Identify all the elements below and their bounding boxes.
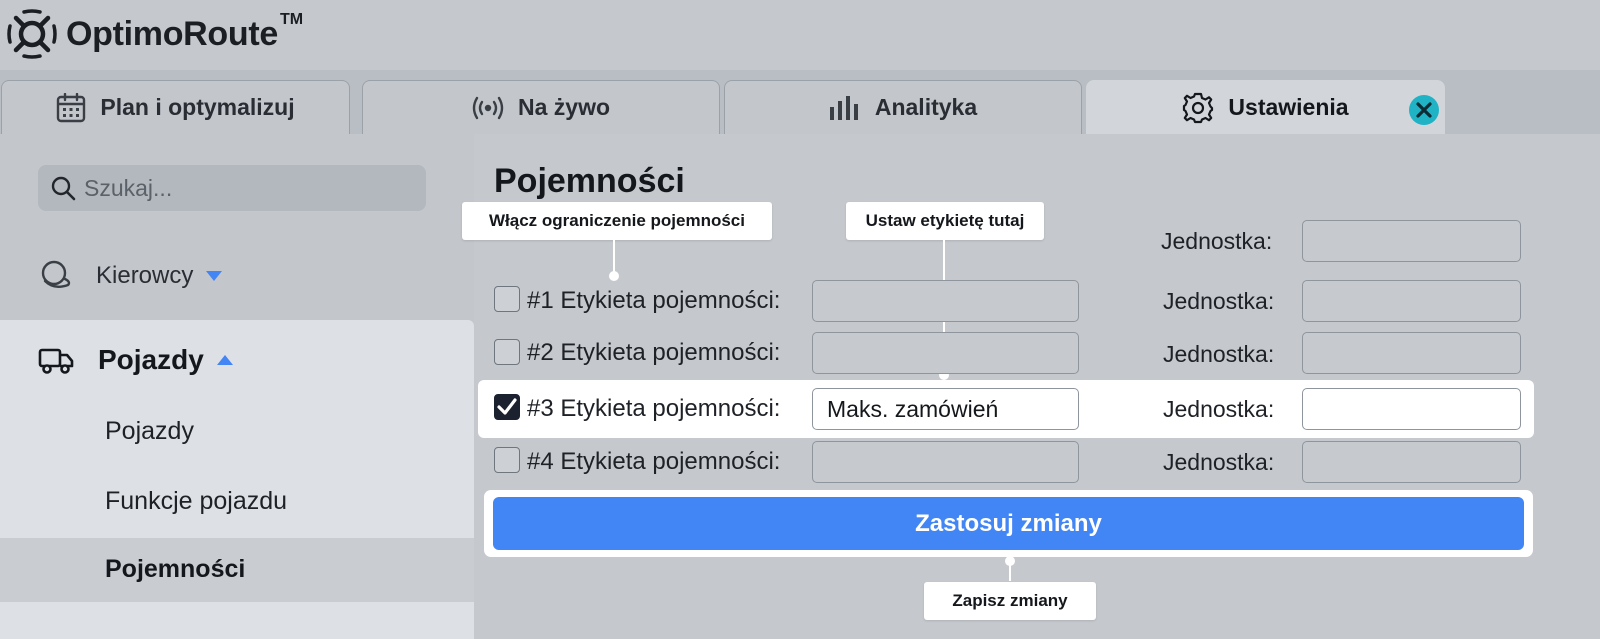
bar-chart-icon	[829, 95, 858, 120]
close-settings-button[interactable]	[1409, 95, 1439, 125]
tab-live[interactable]: Na żywo	[362, 80, 720, 134]
sidebar-subitem-vehicle-features[interactable]: Funkcje pojazdu	[105, 487, 287, 516]
broadcast-icon	[472, 96, 504, 119]
sidebar-subitem-capacities[interactable]: Pojemności	[105, 555, 245, 584]
tab-analytics[interactable]: Analityka	[724, 80, 1082, 134]
unit-label: Jednostka:	[1161, 228, 1273, 254]
page-title: Pojemności	[494, 162, 685, 200]
capacity-checkbox-2[interactable]	[494, 339, 520, 365]
callout-dot	[609, 271, 619, 281]
checkmark-icon	[497, 398, 517, 415]
capacity-checkbox-3[interactable]	[494, 394, 520, 420]
caret-down-icon	[206, 271, 223, 281]
unit-input-3[interactable]	[1302, 388, 1521, 430]
capacity-row-label-1: #1 Etykieta pojemności:	[527, 287, 781, 314]
callout-dot	[1005, 556, 1015, 566]
callout-enable-limit: Włącz ograniczenie pojemności	[462, 202, 772, 240]
capacity-row-label-2: #2 Etykieta pojemności:	[527, 339, 781, 366]
callout-set-label: Ustaw etykietę tutaj	[846, 202, 1044, 240]
unit-input-default[interactable]	[1302, 220, 1521, 262]
sidebar-subitem-vehicles[interactable]: Pojazdy	[105, 417, 194, 446]
app-logo: OptimoRoute TM	[6, 8, 303, 60]
capacity-label-input-1[interactable]	[812, 280, 1079, 322]
unit-input-2[interactable]	[1302, 332, 1521, 374]
unit-input-4[interactable]	[1302, 441, 1521, 483]
search-icon	[51, 176, 76, 201]
unit-label-1: Jednostka:	[1163, 288, 1275, 314]
unit-label-3: Jednostka:	[1163, 396, 1275, 422]
search-input[interactable]	[84, 174, 404, 202]
sidebar-search[interactable]	[38, 165, 426, 211]
caret-up-icon	[216, 355, 233, 365]
unit-label-4: Jednostka:	[1163, 449, 1275, 475]
tab-label: Na żywo	[517, 94, 611, 120]
sidebar-item-vehicles[interactable]: Pojazdy	[38, 338, 234, 382]
driver-icon	[41, 260, 71, 288]
sidebar-item-label: Pojazdy	[98, 344, 204, 375]
gear-icon	[1183, 92, 1214, 123]
callout-leader	[613, 240, 615, 274]
calendar-icon	[57, 92, 86, 122]
capacity-label-input-2[interactable]	[812, 332, 1079, 374]
trademark-mark: TM	[280, 11, 304, 28]
capacity-checkbox-4[interactable]	[494, 447, 520, 473]
capacity-label-input-3[interactable]	[812, 388, 1079, 430]
capacity-row-label-3: #3 Etykieta pojemności:	[527, 395, 781, 422]
close-icon	[1416, 102, 1432, 118]
tab-settings[interactable]: Ustawienia	[1086, 80, 1445, 134]
capacity-row-label-4: #4 Etykieta pojemności:	[527, 448, 781, 475]
tab-label: Plan i optymalizuj	[100, 94, 295, 120]
sidebar-item-drivers[interactable]: Kierowcy	[38, 254, 223, 298]
sidebar-item-label: Kierowcy	[96, 262, 194, 289]
callout-save-changes: Zapisz zmiany	[924, 582, 1096, 620]
capacity-checkbox-1[interactable]	[494, 286, 520, 312]
tab-label: Analityka	[874, 94, 978, 120]
capacity-label-input-4[interactable]	[812, 441, 1079, 483]
unit-label-2: Jednostka:	[1163, 341, 1275, 367]
optimoroute-logo-icon	[7, 9, 57, 59]
tab-plan-optimize[interactable]: Plan i optymalizuj	[1, 80, 350, 134]
unit-input-1[interactable]	[1302, 280, 1521, 322]
tab-label: Ustawienia	[1228, 94, 1349, 120]
truck-icon	[38, 348, 74, 374]
apply-changes-button[interactable]: Zastosuj zmiany	[493, 497, 1524, 550]
app-name: OptimoRoute	[66, 14, 279, 53]
